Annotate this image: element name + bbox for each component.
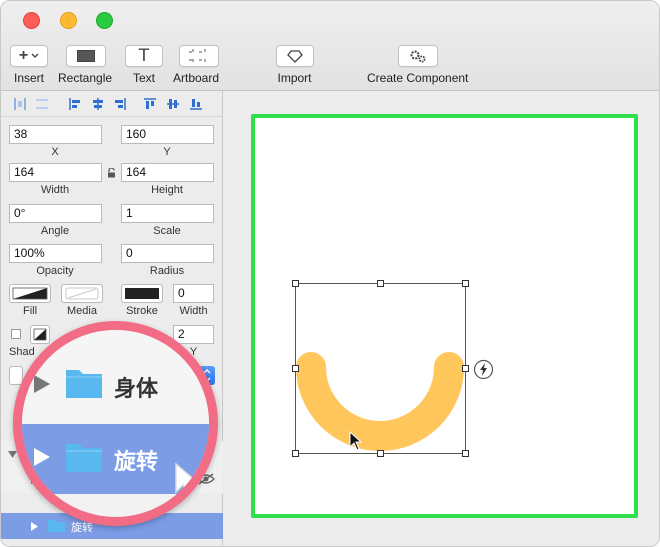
stroke-width-label: Width: [179, 305, 208, 317]
align-middle-vertical-icon[interactable]: [166, 97, 180, 111]
import-button[interactable]: [276, 45, 314, 67]
media-empty-preview: [65, 287, 99, 300]
x-field[interactable]: 38: [9, 125, 102, 144]
create-component-tool[interactable]: Create Component: [367, 45, 468, 85]
text-label: Text: [132, 71, 155, 85]
align-center-horizontal-icon[interactable]: [91, 97, 105, 111]
alignment-toolbar: [1, 91, 223, 117]
insert-button[interactable]: +: [10, 45, 48, 67]
artboard-label: Artboard: [173, 71, 220, 85]
diamond-icon: [287, 49, 303, 63]
disclosure-closed-icon: [34, 375, 50, 393]
stroke-label: Stroke: [126, 305, 158, 317]
height-label: Height: [151, 184, 183, 196]
stroke-preview: [125, 288, 159, 299]
close-window-button[interactable]: [23, 12, 40, 29]
align-left-icon[interactable]: [68, 97, 82, 111]
resize-handle-bottom[interactable]: [377, 450, 384, 457]
distribute-horizontal-icon[interactable]: [13, 97, 27, 111]
magnified-layer-rotate: 旋转: [114, 450, 159, 475]
opacity-label: Opacity: [36, 265, 74, 277]
media-label: Media: [67, 305, 97, 317]
resize-handle-right[interactable]: [462, 365, 469, 372]
create-component-button[interactable]: [397, 45, 438, 67]
minimize-window-button[interactable]: [60, 12, 77, 29]
stroke-width-field[interactable]: 0: [173, 284, 214, 303]
magnified-row-rotate: 旋转: [22, 424, 209, 498]
fill-gradient-preview: [12, 287, 48, 300]
resize-handle-top[interactable]: [377, 280, 384, 287]
rectangle-button[interactable]: [65, 45, 106, 67]
magnified-row-body: 身体: [22, 330, 209, 426]
media-swatch[interactable]: [61, 284, 103, 303]
cursor-arrow-icon: [349, 431, 363, 451]
fill-label: Fill: [22, 305, 38, 317]
text-tool[interactable]: T Text: [125, 45, 163, 85]
insert-label: Insert: [13, 71, 44, 85]
artboard-icon: [188, 49, 209, 63]
artboard-tool[interactable]: Artboard: [173, 45, 219, 85]
width-label: Width: [40, 184, 70, 196]
import-label: Import: [277, 71, 312, 85]
align-top-icon[interactable]: [143, 97, 157, 111]
resize-handle-left[interactable]: [292, 365, 299, 372]
resize-handle-bottom-left[interactable]: [292, 450, 299, 457]
chevron-down-icon: [31, 53, 39, 58]
selection-bounds: [295, 283, 466, 454]
magnified-layer-body: 身体: [114, 377, 159, 402]
width-field[interactable]: 164: [9, 163, 102, 182]
scale-label: Scale: [153, 225, 181, 237]
angle-field[interactable]: 0°: [9, 204, 102, 223]
height-field[interactable]: 164: [121, 163, 214, 182]
resize-handle-top-right[interactable]: [462, 280, 469, 287]
rectangle-label: Rectangle: [58, 71, 113, 85]
radius-label: Radius: [149, 265, 185, 277]
app-window: + Insert Rectangle T Text Artboard Impor…: [0, 0, 660, 547]
folder-icon: [48, 520, 65, 532]
shadow-checkbox[interactable]: [11, 329, 21, 339]
text-button[interactable]: T: [125, 45, 163, 67]
radius-field[interactable]: 0: [121, 244, 214, 263]
magnifier-lens: 身体 旋转: [13, 321, 218, 526]
import-tool[interactable]: Import: [275, 45, 314, 85]
scale-field[interactable]: 1: [121, 204, 214, 223]
resize-handle-bottom-right[interactable]: [462, 450, 469, 457]
align-bottom-icon[interactable]: [189, 97, 203, 111]
toolbar: + Insert Rectangle T Text Artboard Impor…: [1, 1, 659, 91]
gears-icon: [410, 50, 426, 63]
distribute-vertical-icon[interactable]: [35, 97, 49, 111]
fill-swatch[interactable]: [9, 284, 51, 303]
rectangle-tool[interactable]: Rectangle: [58, 45, 112, 85]
y-label: Y: [163, 146, 171, 158]
lock-icon[interactable]: [107, 168, 116, 178]
plus-icon: +: [18, 47, 29, 64]
angle-label: Angle: [40, 225, 70, 237]
rectangle-icon: [76, 50, 95, 62]
opacity-field[interactable]: 100%: [9, 244, 102, 263]
text-icon: T: [138, 46, 150, 66]
create-component-label: Create Component: [367, 71, 469, 85]
stroke-swatch[interactable]: [121, 284, 163, 303]
y-field[interactable]: 160: [121, 125, 214, 144]
disclosure-closed-icon: [34, 448, 50, 466]
disclosure-open-icon: [8, 451, 17, 458]
resize-handle-top-left[interactable]: [292, 280, 299, 287]
mouse-pointer-icon: [175, 462, 201, 498]
align-right-icon[interactable]: [113, 97, 127, 111]
folder-icon: [66, 444, 102, 472]
artboard-button[interactable]: [178, 45, 219, 67]
folder-icon: [66, 370, 102, 398]
zoom-window-button[interactable]: [96, 12, 113, 29]
insert-tool[interactable]: + Insert: [10, 45, 48, 85]
x-label: X: [51, 146, 59, 158]
disclosure-closed-icon: [31, 522, 38, 531]
lightning-bolt-icon[interactable]: [473, 359, 494, 380]
